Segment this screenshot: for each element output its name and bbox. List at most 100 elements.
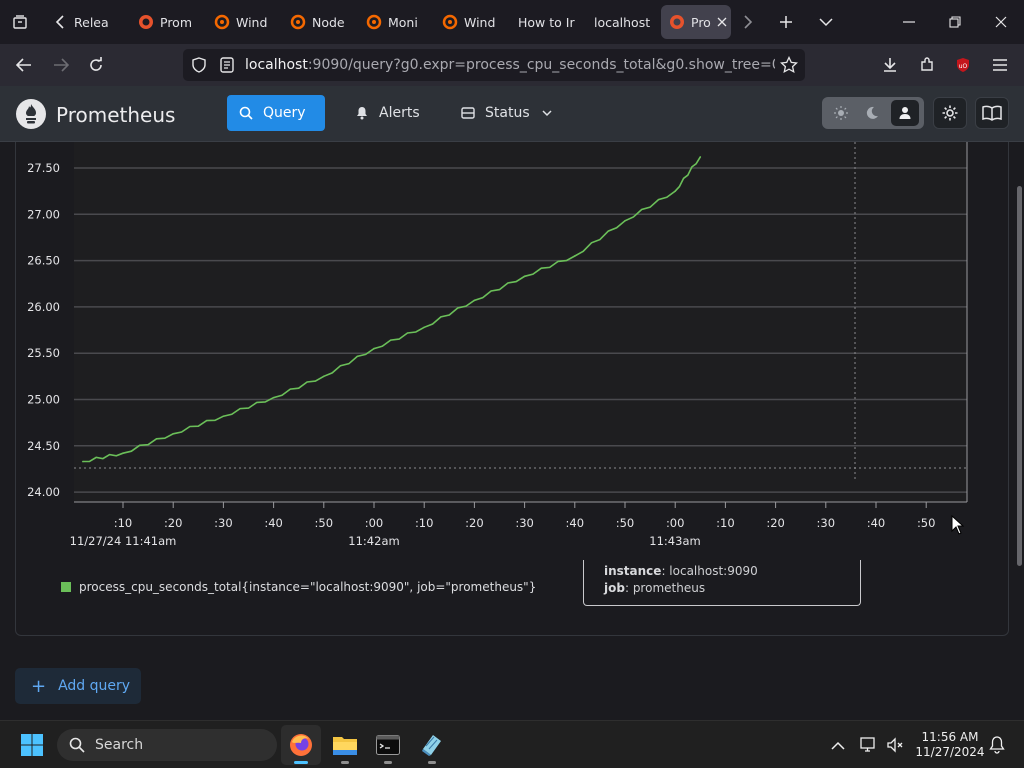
settings-gear-icon[interactable] (933, 97, 967, 129)
data-point[interactable] (373, 347, 375, 350)
reload-icon[interactable] (81, 50, 111, 80)
data-point[interactable] (574, 255, 576, 257)
close-window-icon[interactable] (978, 0, 1024, 44)
data-point[interactable] (423, 326, 426, 329)
x-tick-label: :10 (114, 516, 133, 530)
page-scrollbar[interactable] (1017, 186, 1022, 566)
x-tick-label: :10 (415, 516, 434, 530)
ublock-icon[interactable]: uO (948, 50, 978, 80)
tab-overview-icon[interactable] (0, 0, 40, 44)
grafana-icon (366, 14, 382, 30)
volume-muted-icon[interactable] (878, 725, 912, 765)
data-point[interactable] (523, 275, 526, 278)
x-tick-label: :20 (465, 516, 484, 530)
x-tick-label: :50 (315, 516, 334, 530)
shield-icon[interactable] (191, 57, 207, 77)
windows-start-icon[interactable] (12, 725, 52, 765)
tab-scroll-right-icon[interactable] (728, 0, 768, 44)
running-indicator (341, 761, 349, 764)
restore-icon[interactable] (932, 0, 978, 44)
docs-book-icon[interactable] (975, 97, 1009, 129)
browser-tab-5[interactable]: Moni (366, 5, 426, 39)
forward-arrow-icon[interactable] (46, 50, 76, 80)
data-point[interactable] (272, 396, 275, 399)
browser-tab-4[interactable]: Node (290, 5, 350, 39)
prometheus-icon (138, 14, 154, 30)
browser-tab-active[interactable]: Pro (661, 5, 731, 39)
minimize-icon[interactable] (886, 0, 932, 44)
y-axis: 27.50 27.00 26.50 26.00 25.50 25.00 24.50 24.00 (27, 161, 60, 499)
extensions-icon[interactable] (912, 50, 942, 80)
data-point[interactable] (323, 375, 325, 378)
taskbar-clock[interactable]: 11:56 AM 11/27/2024 (915, 730, 985, 760)
list-tabs-icon[interactable] (804, 0, 848, 44)
page-info-icon[interactable] (219, 57, 235, 77)
nav-status-dropdown[interactable]: Status (449, 95, 564, 131)
add-query-button[interactable]: + Add query (15, 668, 141, 704)
menu-hamburger-icon[interactable] (985, 50, 1015, 80)
nav-alerts-button[interactable]: Alerts (343, 95, 432, 131)
data-point[interactable] (674, 190, 676, 192)
new-tab-icon[interactable] (764, 0, 808, 44)
moon-icon[interactable] (858, 100, 886, 126)
x-tick-label: :50 (917, 516, 936, 530)
browser-tab-6[interactable]: Wind (442, 5, 502, 39)
terminal-icon[interactable] (368, 725, 408, 765)
url-bar[interactable]: localhost:9090/query?g0.expr=process_cpu… (183, 49, 805, 81)
hover-tooltip: instance: localhost:9090 job: prometheus (583, 560, 861, 606)
taskbar-search[interactable]: Search (57, 729, 277, 761)
firefox-icon[interactable] (281, 725, 321, 765)
x-tick-label: :30 (515, 516, 534, 530)
nav-query-button[interactable]: Query (227, 95, 325, 131)
x-axis-dates: 11/27/24 11:41am 11:42am 11:43am (70, 534, 701, 548)
prometheus-logo-icon[interactable] (15, 98, 47, 134)
url-text[interactable]: localhost:9090/query?g0.expr=process_cpu… (245, 57, 775, 73)
data-point[interactable] (699, 156, 702, 158)
tooltip-instance-row: instance: localhost:9090 (604, 564, 758, 578)
prometheus-icon (669, 14, 685, 30)
legend[interactable]: process_cpu_seconds_total{instance="loca… (61, 580, 536, 594)
x-tick-label: :50 (616, 516, 635, 530)
x-axis: :10:20:30:40:50:00:10:20:30:40:50:00:10:… (114, 502, 936, 530)
plot-area (74, 142, 967, 502)
back-arrow-icon[interactable] (9, 50, 39, 80)
data-point[interactable] (172, 432, 174, 435)
notifications-bell-icon[interactable] (980, 725, 1014, 765)
close-tab-icon[interactable] (717, 17, 727, 27)
browser-tab-3[interactable]: Wind (214, 5, 274, 39)
mouse-cursor-icon (951, 514, 965, 539)
svg-text:uO: uO (959, 63, 968, 70)
brand-title[interactable]: Prometheus (56, 103, 175, 127)
tab-label: Pro (691, 14, 711, 30)
sun-icon[interactable] (827, 100, 855, 126)
bookmark-star-icon[interactable] (780, 55, 798, 78)
legend-swatch (61, 582, 71, 592)
tab-label: Wind (464, 14, 496, 30)
chevron-left-icon (52, 14, 68, 30)
user-auto-icon[interactable] (891, 100, 919, 126)
x-tick-label: :00 (666, 516, 685, 530)
y-tick-label: 25.50 (27, 346, 60, 360)
tab-label: Prom (160, 14, 193, 30)
x-date-label: 11:42am (348, 534, 399, 548)
data-point[interactable] (624, 219, 626, 222)
x-tick-label: :10 (716, 516, 735, 530)
y-tick-label: 24.00 (27, 485, 60, 499)
browser-tab-1[interactable]: Relea (52, 5, 112, 39)
graph[interactable]: 27.50 27.00 26.50 26.00 25.50 25.00 24.50 24.00… (0, 142, 1024, 720)
tab-label: How to Ir (518, 14, 575, 30)
browser-tab-2[interactable]: Prom (138, 5, 200, 39)
downloads-icon[interactable] (875, 50, 905, 80)
data-point[interactable] (222, 415, 225, 417)
data-point[interactable] (122, 452, 124, 455)
clock-date: 11/27/2024 (915, 745, 985, 759)
tab-label: Moni (388, 14, 418, 30)
browser-tab-strip: Relea Prom Wind Node Moni Wind How to Ir… (0, 0, 1024, 44)
running-indicator (428, 761, 436, 764)
file-explorer-icon[interactable] (325, 725, 365, 765)
data-point[interactable] (473, 299, 476, 302)
data-point[interactable] (82, 460, 84, 463)
browser-tab-8[interactable]: localhost (594, 5, 654, 39)
app-icon[interactable] (412, 725, 452, 765)
browser-tab-7[interactable]: How to Ir (518, 5, 580, 39)
